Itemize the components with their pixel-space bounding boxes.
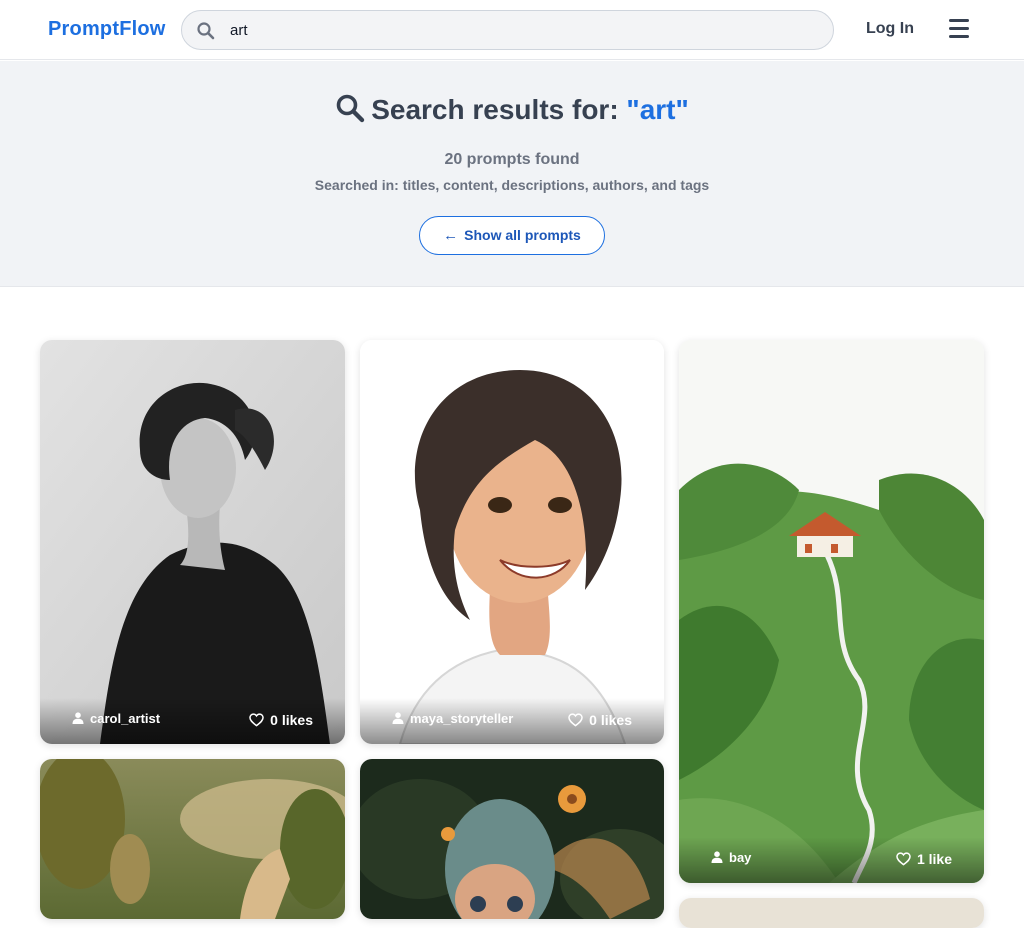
card-image	[40, 759, 345, 919]
card-image	[360, 340, 664, 744]
heart-icon	[568, 713, 583, 727]
search-icon	[197, 22, 215, 40]
card-image	[40, 340, 345, 744]
searched-in-text: Searched in: titles, content, descriptio…	[314, 177, 710, 193]
page-title: Search results for: "art"	[0, 93, 1024, 126]
search-icon	[336, 94, 365, 123]
prompt-card[interactable]	[360, 759, 664, 919]
show-all-label: Show all prompts	[464, 227, 581, 243]
result-count: 20 prompts found	[444, 151, 580, 168]
search-query: "art"	[626, 94, 689, 125]
card-author[interactable]: maya_storyteller	[392, 711, 513, 726]
heart-icon	[896, 852, 911, 866]
card-image	[360, 759, 664, 919]
card-image	[679, 340, 984, 883]
hamburger-menu-icon[interactable]	[949, 19, 969, 41]
show-all-prompts-button[interactable]: ← Show all prompts	[419, 216, 605, 255]
top-navbar: PromptFlow Log In	[0, 0, 1024, 60]
user-icon	[711, 851, 723, 863]
prompt-card[interactable]	[679, 898, 984, 928]
search-results-header: Search results for: "art" 20 prompts fou…	[0, 61, 1024, 287]
card-author[interactable]: bay	[711, 850, 751, 865]
card-image	[679, 898, 984, 928]
prompt-card[interactable]: carol_artist 0 likes	[40, 340, 345, 744]
card-likes[interactable]: 1 like	[896, 851, 952, 867]
arrow-left-icon: ←	[443, 227, 459, 244]
login-button[interactable]: Log In	[866, 20, 914, 38]
search-bar[interactable]	[181, 10, 834, 50]
search-input[interactable]	[230, 11, 820, 49]
title-prefix: Search results for:	[371, 94, 619, 125]
user-icon	[392, 712, 404, 724]
user-icon	[72, 712, 84, 724]
logo[interactable]: PromptFlow	[48, 18, 166, 41]
card-likes[interactable]: 0 likes	[249, 712, 313, 728]
card-author[interactable]: carol_artist	[72, 711, 160, 726]
prompt-card[interactable]	[40, 759, 345, 919]
card-likes[interactable]: 0 likes	[568, 712, 632, 728]
heart-icon	[249, 713, 264, 727]
prompt-card[interactable]: maya_storyteller 0 likes	[360, 340, 664, 744]
prompt-card[interactable]: bay 1 like	[679, 340, 984, 883]
